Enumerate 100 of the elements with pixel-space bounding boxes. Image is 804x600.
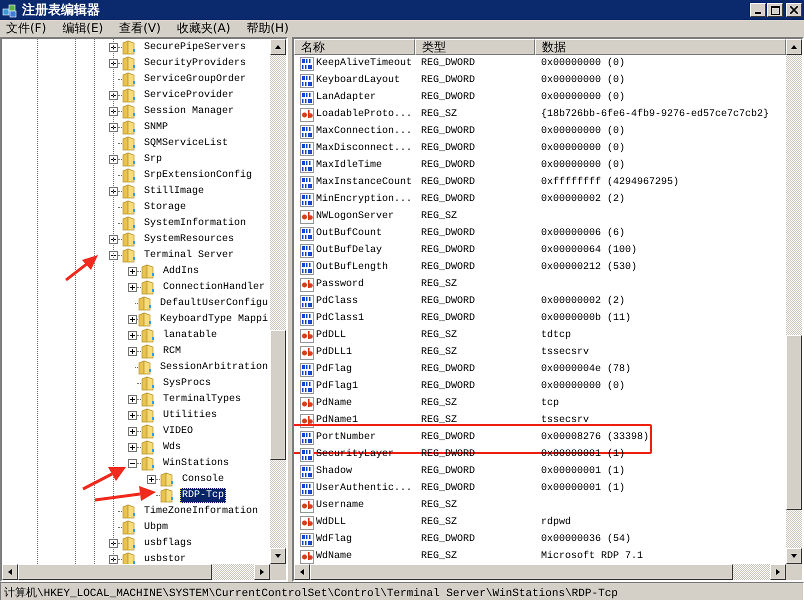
value-name[interactable]: PdName: [316, 398, 352, 409]
tree-item[interactable]: Ubpm: [142, 520, 170, 534]
value-name[interactable]: PortNumber: [316, 432, 376, 443]
vertical-scrollbar[interactable]: [270, 39, 286, 564]
tree-item[interactable]: AddIns: [161, 264, 202, 278]
tree-item[interactable]: ServiceGroupOrder: [142, 72, 248, 86]
scroll-left-button[interactable]: [2, 564, 18, 580]
scroll-down-button[interactable]: [786, 548, 802, 564]
value-name[interactable]: OutBufCount: [316, 228, 382, 239]
value-name[interactable]: PdDLL: [316, 330, 346, 341]
horizontal-scrollbar[interactable]: [2, 564, 270, 580]
expand-toggle-icon[interactable]: [109, 234, 118, 244]
value-name[interactable]: Password: [316, 279, 364, 290]
expand-toggle-icon[interactable]: [128, 410, 137, 420]
value-name[interactable]: LoadableProto...: [316, 109, 412, 120]
scrollbar-thumb[interactable]: [18, 564, 212, 580]
menu-item[interactable]: 编辑(E): [60, 20, 106, 37]
expand-toggle-icon[interactable]: [128, 282, 137, 292]
tree-item[interactable]: Utilities: [161, 408, 220, 422]
tree-item[interactable]: SecurityProviders: [142, 56, 248, 70]
column-header[interactable]: 数据: [535, 39, 786, 55]
tree-item[interactable]: SNMP: [142, 120, 170, 134]
tree-item[interactable]: SystemInformation: [142, 216, 248, 230]
expand-toggle-icon[interactable]: [109, 186, 118, 196]
tree-item[interactable]: Session Manager: [142, 104, 236, 118]
maximize-button[interactable]: [767, 3, 783, 17]
value-name[interactable]: PdFlag1: [316, 381, 358, 392]
menu-item[interactable]: 查看(V): [117, 20, 163, 37]
value-name[interactable]: MaxDisconnect...: [316, 143, 412, 154]
expand-toggle-icon[interactable]: [147, 474, 156, 484]
tree-item[interactable]: usbstor: [142, 552, 188, 564]
value-name[interactable]: Shadow: [316, 466, 352, 477]
tree-item[interactable]: Srp: [142, 152, 164, 166]
tree-item[interactable]: Terminal Server: [142, 248, 236, 262]
expand-toggle-icon[interactable]: [109, 538, 118, 548]
expand-toggle-icon[interactable]: [109, 106, 118, 116]
expand-toggle-icon[interactable]: [128, 426, 137, 436]
tree-item[interactable]: SecurePipeServers: [142, 40, 248, 54]
tree-item[interactable]: WinStations: [161, 456, 232, 470]
scroll-up-button[interactable]: [270, 39, 286, 55]
value-name[interactable]: WdFlag: [316, 534, 352, 545]
tree-item[interactable]: SessionArbitration: [158, 360, 270, 374]
value-name[interactable]: LanAdapter: [316, 92, 376, 103]
column-header[interactable]: 名称: [294, 39, 415, 55]
scroll-right-button[interactable]: [770, 564, 786, 580]
value-name[interactable]: Username: [316, 500, 364, 511]
value-name[interactable]: PdClass: [316, 296, 358, 307]
value-name[interactable]: MaxInstanceCount: [316, 177, 412, 188]
expand-toggle-icon[interactable]: [109, 42, 118, 52]
tree-item[interactable]: RDP-Tcp: [180, 488, 226, 502]
tree-item[interactable]: lanatable: [161, 328, 220, 342]
tree-item[interactable]: usbflags: [142, 536, 194, 550]
value-name[interactable]: MaxIdleTime: [316, 160, 382, 171]
value-name[interactable]: KeepAliveTimeout: [316, 58, 412, 69]
scroll-right-button[interactable]: [254, 564, 270, 580]
collapse-toggle-icon[interactable]: [128, 458, 137, 468]
tree-item[interactable]: StillImage: [142, 184, 206, 198]
scroll-down-button[interactable]: [270, 548, 286, 564]
value-name[interactable]: PdClass1: [316, 313, 364, 324]
value-name[interactable]: WdName: [316, 551, 352, 562]
scroll-up-button[interactable]: [786, 39, 802, 55]
tree-item[interactable]: ConnectionHandler: [161, 280, 268, 294]
tree-item[interactable]: KeyboardType Mappi: [158, 312, 270, 326]
expand-toggle-icon[interactable]: [109, 554, 118, 564]
expand-toggle-icon[interactable]: [128, 330, 137, 340]
value-name[interactable]: OutBufLength: [316, 262, 388, 273]
expand-toggle-icon[interactable]: [128, 442, 137, 452]
tree-item[interactable]: Storage: [142, 200, 188, 214]
menu-item[interactable]: 帮助(H): [244, 20, 291, 37]
minimize-button[interactable]: [750, 3, 766, 17]
close-button[interactable]: [786, 3, 802, 17]
value-name[interactable]: UserAuthentic...: [316, 483, 412, 494]
scrollbar-thumb[interactable]: [786, 335, 802, 510]
expand-toggle-icon[interactable]: [109, 154, 118, 164]
value-name[interactable]: PdName1: [316, 415, 358, 426]
expand-toggle-icon[interactable]: [128, 394, 137, 404]
tree-item[interactable]: Console: [180, 472, 226, 486]
tree-item[interactable]: VIDEO: [161, 424, 196, 438]
tree-item[interactable]: SysProcs: [161, 376, 214, 390]
expand-toggle-icon[interactable]: [109, 90, 118, 100]
value-name[interactable]: PdFlag: [316, 364, 352, 375]
value-name[interactable]: WdDLL: [316, 517, 346, 528]
tree-item[interactable]: SQMServiceList: [142, 136, 230, 150]
tree-item[interactable]: SystemResources: [142, 232, 236, 246]
expand-toggle-icon[interactable]: [109, 58, 118, 68]
tree-item[interactable]: RCM: [161, 344, 184, 358]
scrollbar-thumb[interactable]: [270, 330, 286, 460]
collapse-toggle-icon[interactable]: [109, 250, 118, 260]
expand-toggle-icon[interactable]: [128, 266, 137, 276]
value-name[interactable]: OutBufDelay: [316, 245, 382, 256]
tree-item[interactable]: TerminalTypes: [161, 392, 244, 406]
tree-item[interactable]: SrpExtensionConfig: [142, 168, 254, 182]
value-name[interactable]: NWLogonServer: [316, 211, 394, 222]
value-name[interactable]: PdDLL1: [316, 347, 352, 358]
tree-item[interactable]: TimeZoneInformation: [142, 504, 260, 518]
column-header[interactable]: 类型: [415, 39, 535, 55]
expand-toggle-icon[interactable]: [128, 346, 137, 356]
menu-item[interactable]: 文件(F): [4, 20, 48, 37]
scroll-left-button[interactable]: [294, 564, 310, 580]
tree-item[interactable]: DefaultUserConfigu: [158, 296, 270, 310]
